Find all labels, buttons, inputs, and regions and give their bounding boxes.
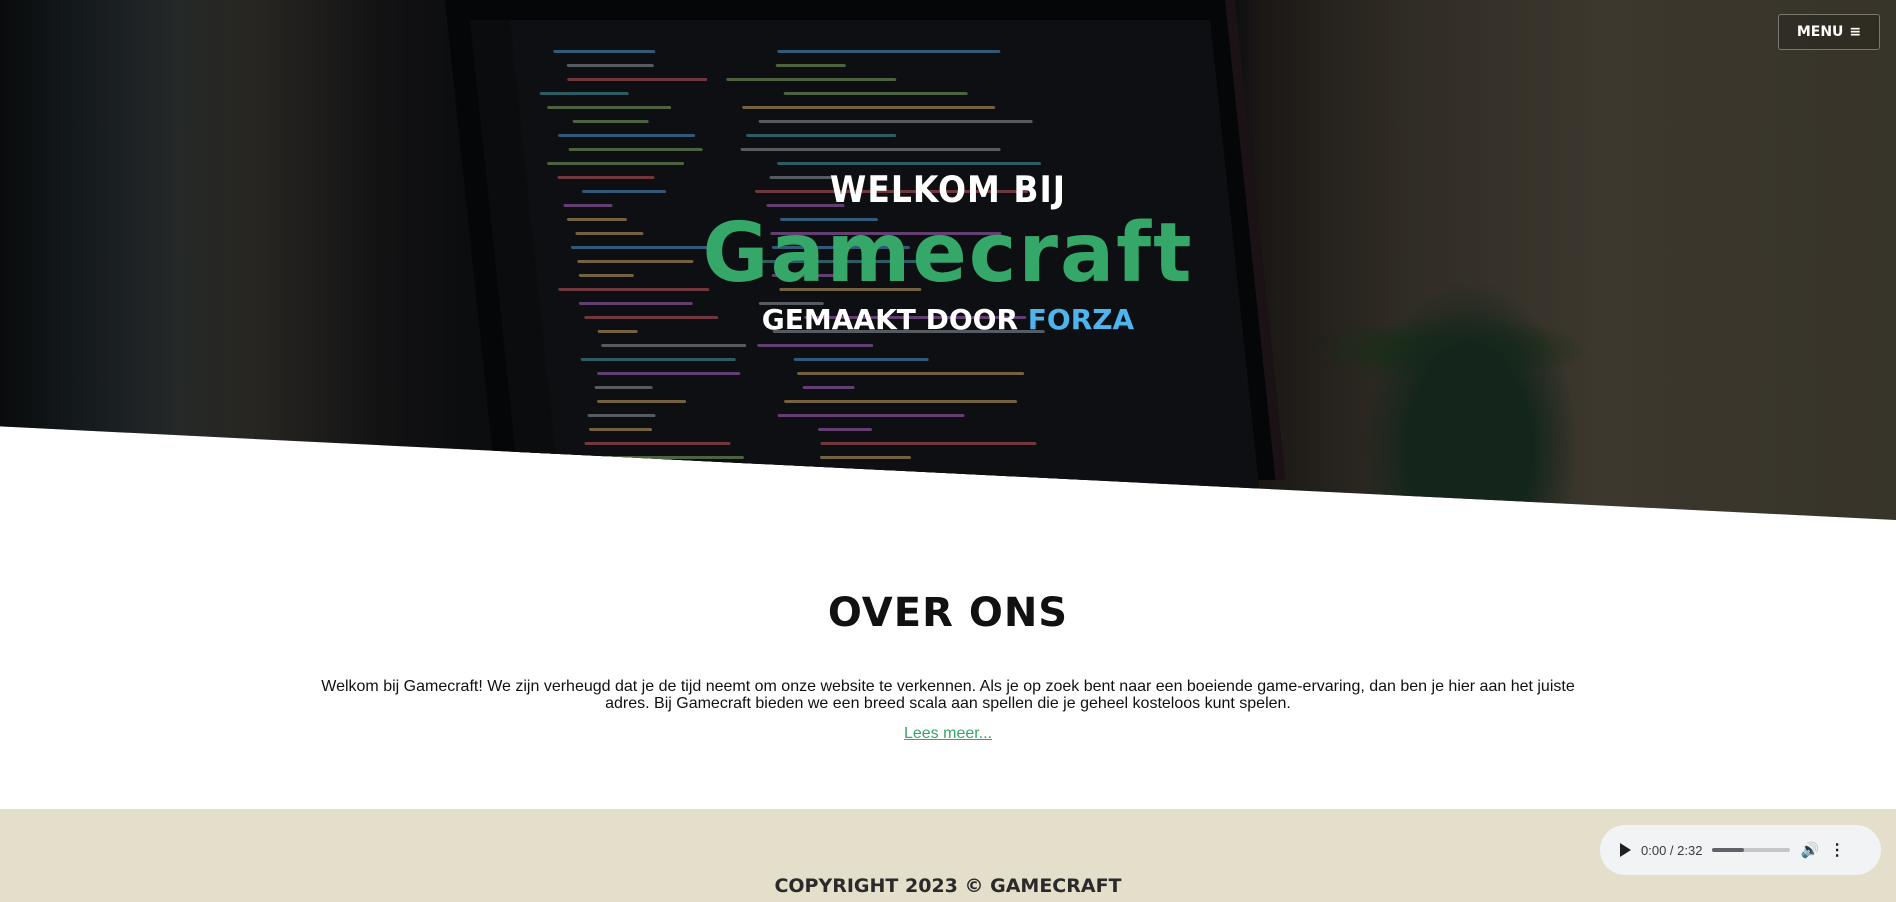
audio-progress-fill: [1712, 848, 1744, 852]
menu-button[interactable]: MENU ≡: [1778, 14, 1880, 50]
about-title: Over ons: [827, 590, 1069, 636]
menu-label: MENU: [1796, 24, 1844, 40]
volume-icon[interactable]: 🔊: [1800, 841, 1819, 859]
about-section: Over ons Welkom bij Gamecraft! We zijn v…: [0, 590, 1896, 743]
copyright-text: Copyright 2023 © Gamecraft: [774, 875, 1122, 897]
audio-time: 0:00 / 2:32: [1641, 842, 1703, 858]
hero-welcome-text: Welkom bij: [829, 168, 1067, 211]
hamburger-icon: ≡: [1849, 24, 1862, 40]
about-text: Welkom bij Gamecraft! We zijn verheugd d…: [321, 678, 1575, 712]
hero-title: Gamecraft: [702, 206, 1194, 301]
hero-banner: Welkom bij Gamecraft Gemaakt door Forza: [0, 0, 1896, 520]
read-more-link[interactable]: Lees meer...: [904, 725, 992, 743]
hero-heading: Welkom bij Gamecraft Gemaakt door Forza: [0, 168, 1896, 336]
audio-player[interactable]: 0:00 / 2:32 🔊 ⋮: [1600, 825, 1881, 875]
more-options-icon[interactable]: ⋮: [1829, 840, 1845, 860]
hero-author: Forza: [1027, 303, 1135, 336]
hero-credit: Gemaakt door Forza: [0, 303, 1896, 336]
play-icon[interactable]: [1620, 843, 1631, 857]
hero-credit-prefix: Gemaakt door: [761, 303, 1019, 336]
audio-progress-slider[interactable]: [1712, 848, 1791, 852]
